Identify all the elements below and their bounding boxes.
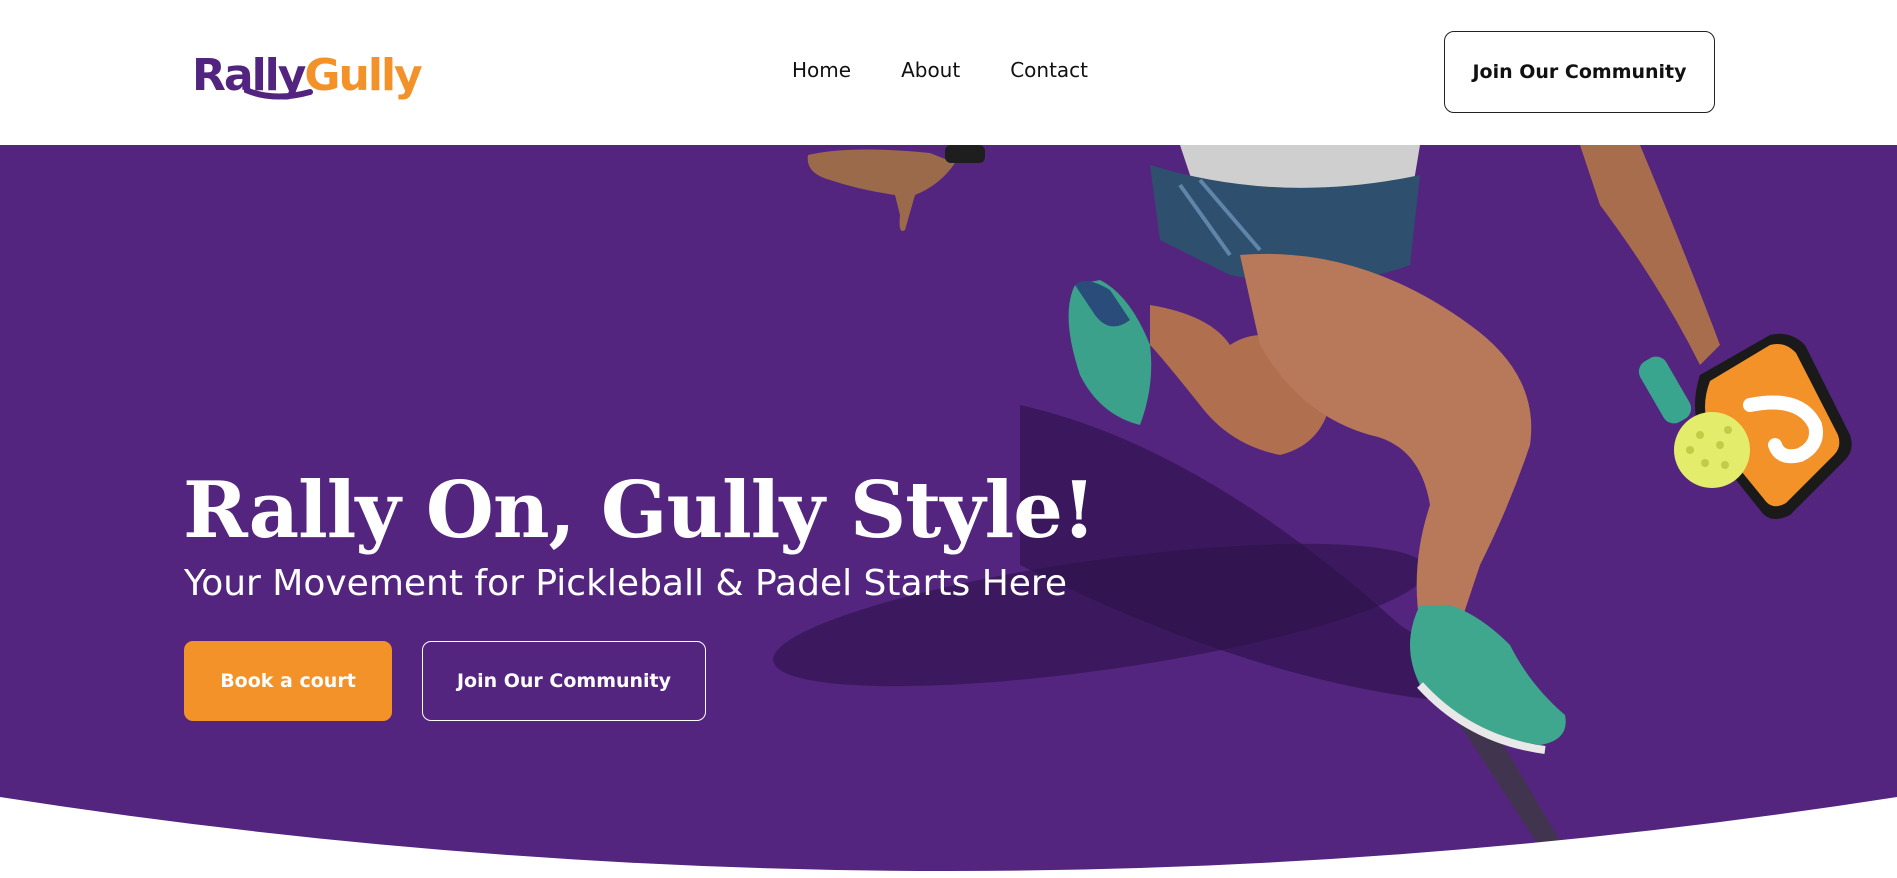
header-join-community-button[interactable]: Join Our Community — [1444, 31, 1715, 113]
hero-title: Rally On, Gully Style! — [183, 465, 1096, 556]
hero-section: Rally On, Gully Style! Your Movement for… — [0, 145, 1897, 878]
hero-join-community-button[interactable]: Join Our Community — [422, 641, 706, 721]
logo-swoosh-icon — [244, 87, 313, 100]
rallygully-logo[interactable]: Rally Gully — [192, 42, 423, 101]
book-court-button[interactable]: Book a court — [184, 641, 392, 721]
logo-text-gully: Gully — [304, 50, 422, 101]
nav-link-about[interactable]: About — [901, 58, 960, 82]
site-header: Rally Gully Home About Contact Join Our C… — [0, 0, 1897, 145]
nav-link-home[interactable]: Home — [792, 58, 851, 82]
nav-link-contact[interactable]: Contact — [1010, 58, 1088, 82]
hero-subtitle: Your Movement for Pickleball & Padel Sta… — [184, 563, 1068, 604]
main-nav: Home About Contact — [792, 58, 1088, 82]
